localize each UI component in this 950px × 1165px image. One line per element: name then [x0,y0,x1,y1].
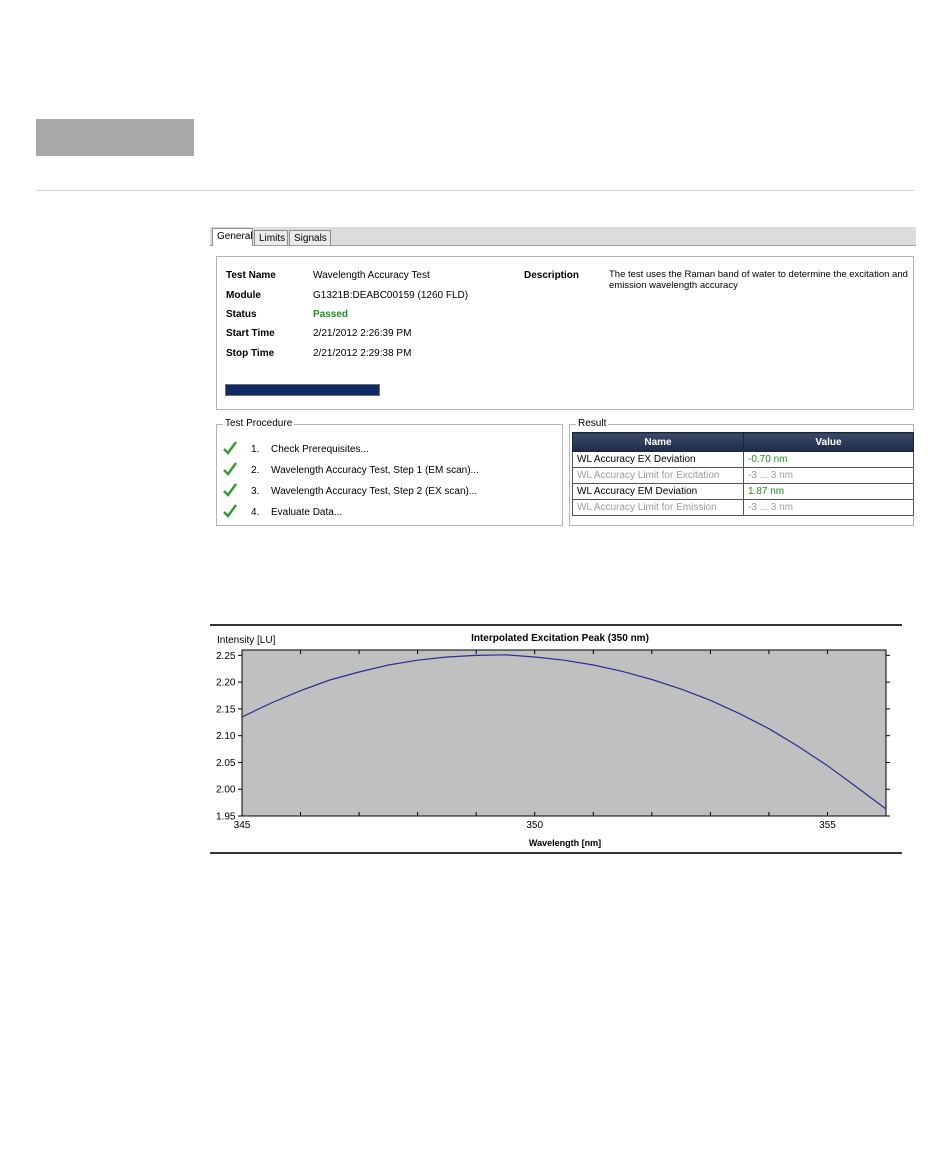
tab-general[interactable]: General [212,228,253,246]
y-tick-label: 2.05 [216,758,236,769]
y-tick-label: 2.10 [216,731,236,742]
result-group: Result Name Value WL Accuracy EX Deviati… [569,418,914,526]
table-row[interactable]: WL Accuracy Limit for Excitation -3 ... … [572,467,914,484]
step-text: Evaluate Data... [271,507,343,518]
result-title: Result [576,418,609,429]
description-value: The test uses the Raman band of water to… [609,269,908,291]
step-text: Wavelength Accuracy Test, Step 1 (EM sca… [271,465,479,476]
test-name-label: Test Name [226,270,276,281]
result-name-cell: WL Accuracy Limit for Excitation [572,467,744,484]
step-number: 3. [251,486,260,497]
test-name-value: Wavelength Accuracy Test [313,270,430,281]
y-tick-label: 2.20 [216,678,236,689]
tab-bar: General Limits Signals [210,227,916,246]
result-value-cell: -3 ... 3 nm [743,467,914,484]
result-table: Name Value WL Accuracy EX Deviation -0.7… [572,432,914,516]
test-procedure-title: Test Procedure [223,418,295,429]
test-procedure-group: Test Procedure 1. Check Prerequisites...… [216,418,563,526]
checkmark-icon [223,483,237,497]
checkmark-icon [223,462,237,476]
chart-svg: Intensity [LU] Interpolated Excitation P… [216,633,890,848]
checkmark-icon [223,504,237,518]
tab-signals[interactable]: Signals [289,230,331,245]
progress-bar [225,384,380,396]
result-value-cell: 1.87 nm [743,483,914,500]
header-gray-block [36,119,194,156]
result-value-cell: -0.70 nm [743,451,914,468]
table-row[interactable]: WL Accuracy EM Deviation 1.87 nm [572,483,914,500]
start-time-value: 2/21/2012 2:26:39 PM [313,328,412,339]
status-value: Passed [313,309,349,320]
header-divider [36,190,914,191]
y-tick-label: 2.00 [216,785,236,796]
progress-bar-fill [226,385,379,395]
stop-time-value: 2/21/2012 2:29:38 PM [313,348,412,359]
chart-title: Interpolated Excitation Peak (350 nm) [471,633,649,644]
x-tick-label: 355 [819,820,836,831]
excitation-peak-chart: Intensity [LU] Interpolated Excitation P… [210,624,902,854]
table-row[interactable]: WL Accuracy EX Deviation -0.70 nm [572,451,914,468]
description-label: Description [524,270,580,281]
step-number: 1. [251,444,260,455]
step-text: Wavelength Accuracy Test, Step 2 (EX sca… [271,486,478,497]
chart-y-axis-label: Intensity [LU] [217,635,276,646]
result-name-cell: WL Accuracy EM Deviation [572,483,744,500]
module-value: G1321B:DEABC00159 (1260 FLD) [313,290,469,301]
tab-limits[interactable]: Limits [254,230,288,245]
table-row[interactable]: WL Accuracy Limit for Emission -3 ... 3 … [572,499,914,516]
general-panel: Test Name Wavelength Accuracy Test Modul… [210,246,916,526]
checkmark-icon [223,441,237,455]
module-label: Module [226,290,261,301]
step-number: 2. [251,465,260,476]
chart-x-axis-label: Wavelength [nm] [529,838,601,848]
step-text: Check Prerequisites... [271,444,369,455]
status-label: Status [226,309,257,320]
result-name-cell: WL Accuracy EX Deviation [572,451,744,468]
result-value-cell: -3 ... 3 nm [743,499,914,516]
result-name-cell: WL Accuracy Limit for Emission [572,499,744,516]
result-col-name[interactable]: Name [572,432,744,452]
x-tick-label: 345 [234,820,251,831]
y-tick-label: 2.25 [216,651,236,662]
chart-plot-area [241,649,887,817]
stop-time-label: Stop Time [226,348,275,359]
x-tick-label: 350 [526,820,543,831]
result-col-value[interactable]: Value [743,432,914,452]
test-info-box: Test Name Wavelength Accuracy Test Modul… [216,256,914,410]
step-number: 4. [251,507,260,518]
y-tick-label: 2.15 [216,704,236,715]
start-time-label: Start Time [226,328,275,339]
